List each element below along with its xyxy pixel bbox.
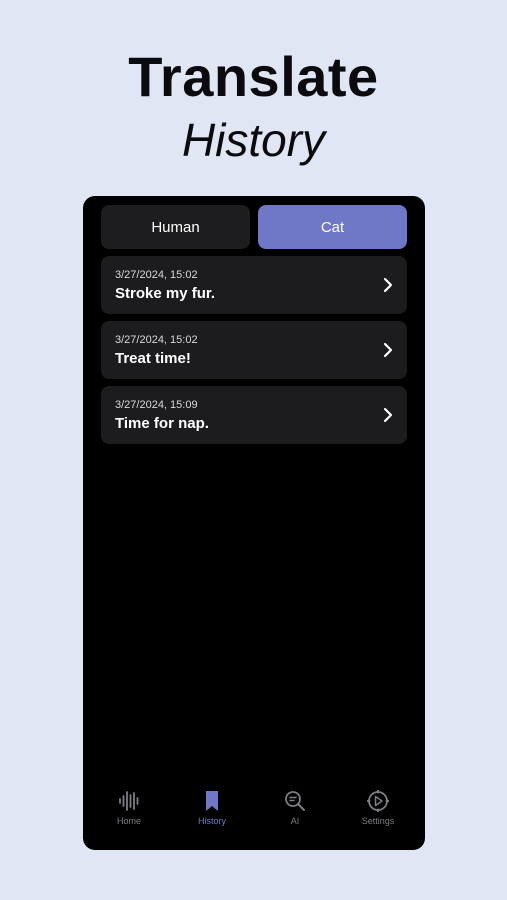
history-item[interactable]: 3/27/2024, 15:09 Time for nap. [101, 386, 407, 444]
bookmark-icon [206, 791, 218, 811]
tab-ai-label: AI [290, 816, 300, 826]
tab-settings[interactable]: Settings [343, 786, 413, 850]
magnifier-icon [285, 791, 305, 811]
history-item[interactable]: 3/27/2024, 15:02 Treat time! [101, 321, 407, 379]
gear-play-icon [367, 790, 389, 812]
segment-cat[interactable]: Cat [258, 205, 407, 249]
tab-home[interactable]: Home [94, 786, 164, 850]
waveform-icon [119, 791, 139, 811]
segment-cat-label: Cat [320, 218, 345, 236]
segment-human[interactable]: Human [101, 205, 250, 249]
history-timestamp: 3/27/2024, 15:09 [115, 399, 198, 411]
chevron-right-icon [383, 407, 393, 423]
phone-screen: Human Cat 3/27/2024, 15:02 Stroke my fur… [83, 196, 425, 850]
history-timestamp: 3/27/2024, 15:02 [115, 269, 198, 281]
chevron-right-icon [383, 342, 393, 358]
tab-bar: Home History AI Settings [83, 786, 425, 850]
headline-title: Translate [128, 45, 379, 108]
tab-ai[interactable]: AI [260, 786, 330, 850]
history-text: Stroke my fur. [115, 285, 216, 302]
tab-history[interactable]: History [177, 786, 247, 850]
history-text: Time for nap. [115, 415, 209, 432]
history-item[interactable]: 3/27/2024, 15:02 Stroke my fur. [101, 256, 407, 314]
history-text: Treat time! [115, 350, 191, 367]
headline-subtitle: History [181, 114, 326, 166]
tab-home-label: Home [116, 816, 141, 826]
tab-history-label: History [197, 816, 226, 826]
chevron-right-icon [383, 277, 393, 293]
segment-human-label: Human [151, 218, 200, 236]
history-timestamp: 3/27/2024, 15:02 [115, 334, 198, 346]
tab-settings-label: Settings [361, 816, 395, 826]
